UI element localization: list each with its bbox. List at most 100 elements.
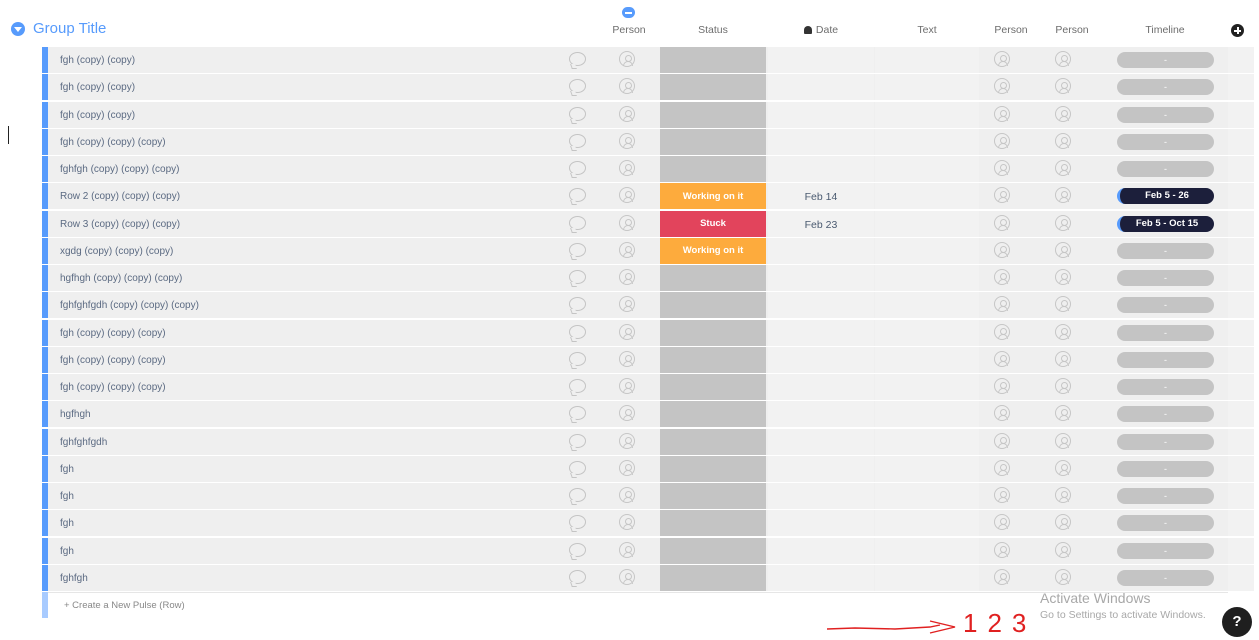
timeline-cell[interactable]: - xyxy=(1104,429,1226,455)
person-cell-2[interactable] xyxy=(981,211,1041,237)
text-cell[interactable] xyxy=(875,292,979,319)
timeline-pill[interactable]: - xyxy=(1117,106,1214,123)
person-cell[interactable] xyxy=(606,129,659,155)
column-header-text[interactable]: Text xyxy=(875,24,979,36)
timeline-cell[interactable]: - xyxy=(1104,483,1226,509)
person-cell-2[interactable] xyxy=(981,265,1041,291)
create-new-pulse-input[interactable]: + Create a New Pulse (Row) xyxy=(64,600,185,611)
row-name[interactable]: fgh (copy) (copy) (copy) xyxy=(60,355,166,366)
row-name[interactable]: fgh xyxy=(60,491,74,502)
person-cell-2[interactable] xyxy=(981,320,1041,346)
person-avatar-icon[interactable] xyxy=(994,459,1010,476)
text-cell[interactable] xyxy=(875,401,979,428)
person-cell-3[interactable] xyxy=(1042,129,1102,155)
row-name[interactable]: xgdg (copy) (copy) (copy) xyxy=(60,246,173,257)
table-row[interactable]: Row 2 (copy) (copy) (copy) Working on it… xyxy=(42,183,1254,210)
status-cell[interactable] xyxy=(660,401,766,428)
help-button[interactable]: ? xyxy=(1222,607,1252,637)
updates-cell[interactable] xyxy=(560,47,605,73)
person-cell[interactable] xyxy=(606,238,659,264)
timeline-cell[interactable]: - xyxy=(1104,292,1226,318)
timeline-cell[interactable]: Feb 5 - 26 xyxy=(1104,183,1226,209)
text-cell[interactable] xyxy=(875,319,979,346)
status-cell[interactable] xyxy=(660,319,766,346)
person-cell[interactable] xyxy=(606,401,659,427)
person-avatar-icon[interactable] xyxy=(1055,432,1071,449)
person-cell-2[interactable] xyxy=(981,183,1041,209)
text-cell[interactable] xyxy=(875,237,979,264)
chat-bubble-icon[interactable] xyxy=(569,188,586,203)
chat-bubble-icon[interactable] xyxy=(569,324,586,339)
text-cell[interactable] xyxy=(875,156,979,182)
person-cell-2[interactable] xyxy=(981,238,1041,264)
timeline-pill[interactable]: - xyxy=(1117,488,1214,504)
person-cell-3[interactable] xyxy=(1042,183,1102,209)
timeline-cell[interactable]: - xyxy=(1104,156,1226,182)
chat-bubble-icon[interactable] xyxy=(569,133,586,148)
updates-cell[interactable] xyxy=(560,238,605,264)
text-cell[interactable] xyxy=(875,74,979,101)
person-cell-2[interactable] xyxy=(981,565,1041,591)
row-name[interactable]: fgh (copy) (copy) (copy) xyxy=(60,382,166,393)
column-menu-icon[interactable] xyxy=(622,7,635,18)
timeline-pill[interactable]: - xyxy=(1117,433,1214,450)
table-row[interactable]: hgfhgh (copy) (copy) (copy) - xyxy=(42,265,1254,291)
status-cell[interactable] xyxy=(660,455,766,482)
person-avatar-icon[interactable] xyxy=(1055,378,1071,394)
chat-bubble-icon[interactable] xyxy=(569,433,586,448)
timeline-cell[interactable]: - xyxy=(1104,74,1226,100)
date-cell[interactable] xyxy=(768,374,874,400)
person-cell-3[interactable] xyxy=(1042,211,1102,237)
date-cell[interactable] xyxy=(768,265,874,291)
timeline-cell[interactable]: - xyxy=(1104,347,1226,373)
timeline-cell[interactable]: - xyxy=(1104,102,1226,128)
group-collapse-icon[interactable] xyxy=(11,22,25,36)
table-row[interactable]: fgh (copy) (copy) (copy) - xyxy=(42,128,1254,155)
updates-cell[interactable] xyxy=(560,156,605,182)
person-avatar-icon[interactable] xyxy=(994,432,1010,449)
person-avatar-icon[interactable] xyxy=(994,269,1010,285)
status-cell[interactable]: Working on it xyxy=(660,183,766,210)
status-cell[interactable] xyxy=(660,47,766,73)
status-cell[interactable] xyxy=(660,156,766,182)
person-cell-2[interactable] xyxy=(981,538,1041,564)
person-cell-2[interactable] xyxy=(981,102,1041,128)
row-name[interactable]: fgh (copy) (copy) xyxy=(60,55,135,66)
person-avatar-icon[interactable] xyxy=(994,160,1010,176)
person-cell-3[interactable] xyxy=(1042,347,1102,373)
timeline-pill[interactable]: - xyxy=(1117,242,1214,259)
column-header-person-3[interactable]: Person xyxy=(1042,24,1102,36)
chat-bubble-icon[interactable] xyxy=(569,52,586,66)
person-cell[interactable] xyxy=(606,374,659,400)
person-cell-2[interactable] xyxy=(981,483,1041,509)
person-cell-2[interactable] xyxy=(981,456,1041,482)
table-row[interactable]: fghfgh (copy) (copy) (copy) - xyxy=(42,156,1254,182)
person-cell-2[interactable] xyxy=(981,156,1041,182)
person-avatar-icon[interactable] xyxy=(619,514,635,531)
chat-bubble-icon[interactable] xyxy=(569,161,586,175)
group-title[interactable]: Group Title xyxy=(33,20,106,37)
chat-bubble-icon[interactable] xyxy=(569,542,586,557)
person-cell-2[interactable] xyxy=(981,347,1041,373)
person-avatar-icon[interactable] xyxy=(619,459,635,476)
date-cell[interactable] xyxy=(768,74,874,101)
person-cell[interactable] xyxy=(606,510,659,536)
timeline-pill[interactable]: - xyxy=(1117,133,1214,150)
status-cell[interactable] xyxy=(660,510,766,537)
person-cell[interactable] xyxy=(606,47,659,73)
person-avatar-icon[interactable] xyxy=(994,132,1010,149)
person-avatar-icon[interactable] xyxy=(994,378,1010,394)
person-cell[interactable] xyxy=(606,347,659,373)
status-cell[interactable] xyxy=(660,128,766,155)
person-cell[interactable] xyxy=(606,156,659,182)
timeline-cell[interactable]: - xyxy=(1104,456,1226,482)
person-avatar-icon[interactable] xyxy=(1055,459,1071,476)
timeline-cell[interactable]: - xyxy=(1104,510,1226,536)
person-avatar-icon[interactable] xyxy=(619,132,635,149)
table-row[interactable]: fghfghfgdh (copy) (copy) (copy) - xyxy=(42,292,1254,319)
person-avatar-icon[interactable] xyxy=(994,187,1010,204)
table-row[interactable]: fgh (copy) (copy) - xyxy=(42,101,1254,128)
timeline-pill[interactable]: - xyxy=(1117,270,1214,286)
timeline-pill[interactable]: - xyxy=(1117,161,1214,177)
status-cell[interactable]: Working on it xyxy=(660,237,766,264)
